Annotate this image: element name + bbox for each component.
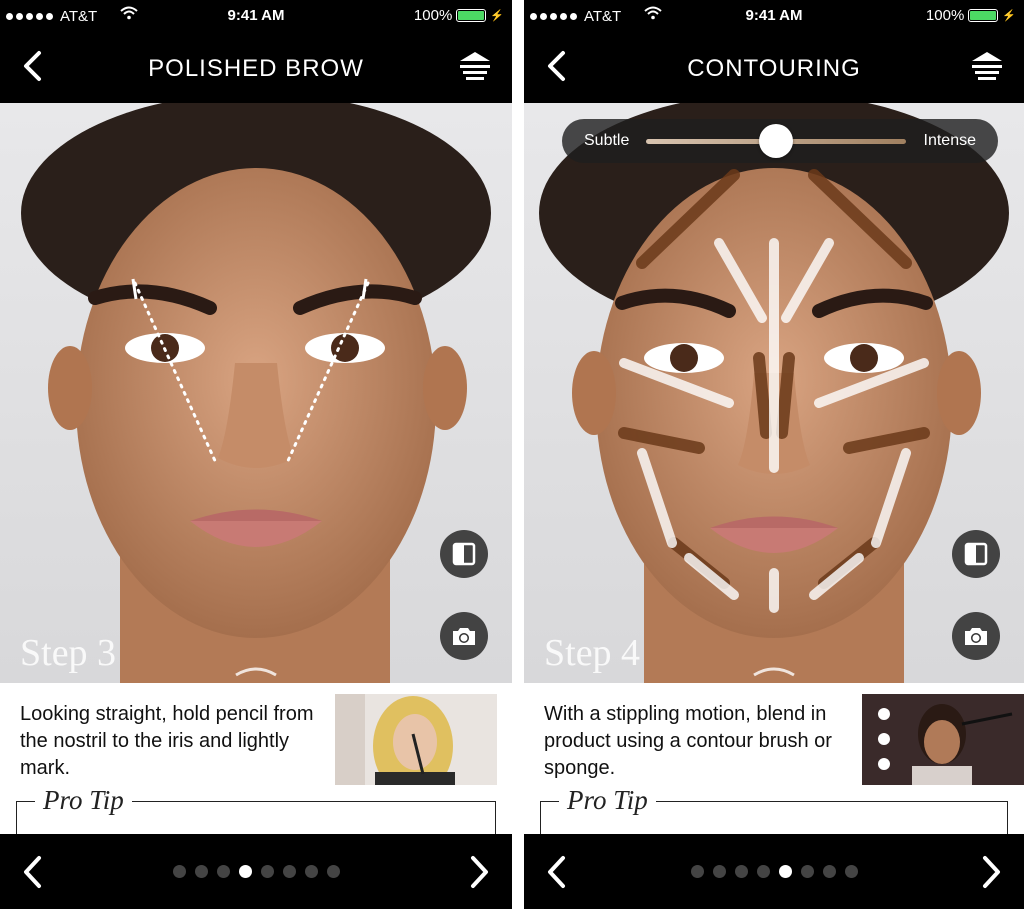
slider-min-label: Subtle bbox=[584, 132, 630, 149]
page-indicator bbox=[524, 865, 1024, 878]
step-description: With a stippling motion, blend in produc… bbox=[544, 703, 832, 779]
phone-screen-polished-brow: AT&T 9:41 AM 100% ⚡ POLISHED BROW Step 3… bbox=[0, 0, 512, 909]
step-label: Step 3 bbox=[20, 632, 117, 674]
bottom-navigation bbox=[524, 834, 1024, 909]
page-title: POLISHED BROW bbox=[148, 55, 364, 82]
split-compare-icon bbox=[964, 542, 988, 566]
chevron-up-icon[interactable] bbox=[750, 663, 798, 677]
camera-icon bbox=[453, 628, 475, 645]
next-step-button[interactable] bbox=[460, 854, 496, 890]
status-bar: AT&T 9:41 AM 100% ⚡ bbox=[524, 0, 1024, 32]
status-bar: AT&T 9:41 AM 100% ⚡ bbox=[0, 0, 512, 32]
video-thumbnail[interactable] bbox=[862, 694, 1024, 785]
battery-icon bbox=[968, 9, 999, 22]
page-title: CONTOURING bbox=[687, 55, 861, 82]
video-thumbnail[interactable] bbox=[335, 694, 497, 785]
slider-max-label: Intense bbox=[923, 132, 976, 149]
camera-button[interactable] bbox=[440, 612, 488, 660]
stacked-menu-icon bbox=[460, 52, 490, 80]
next-step-button[interactable] bbox=[972, 854, 1008, 890]
tutorial-image: Step 3 bbox=[0, 103, 512, 683]
pro-tip-heading: Pro Tip bbox=[35, 785, 132, 816]
battery-percent: 100% bbox=[413, 7, 453, 24]
battery-percent: 100% bbox=[925, 7, 965, 24]
compare-button[interactable] bbox=[952, 530, 1000, 578]
menu-button[interactable] bbox=[968, 50, 1006, 84]
face-illustration bbox=[524, 103, 1024, 683]
intensity-slider[interactable]: Subtle Intense bbox=[562, 119, 998, 163]
pro-tip-box: Pro Tip bbox=[16, 785, 496, 834]
slider-knob[interactable] bbox=[759, 124, 793, 158]
instruction-panel: Looking straight, hold pencil from the n… bbox=[0, 683, 512, 834]
face-illustration bbox=[0, 103, 512, 683]
charging-bolt-icon: ⚡ bbox=[1002, 10, 1016, 22]
battery-indicator: 100% ⚡ bbox=[414, 7, 504, 24]
step-label: Step 4 bbox=[544, 632, 641, 674]
phone-screen-contouring: AT&T 9:41 AM 100% ⚡ CONTOURING Subtle In… bbox=[524, 0, 1024, 909]
chevron-up-icon[interactable] bbox=[232, 663, 280, 677]
chevron-right-icon bbox=[983, 856, 1000, 888]
split-compare-icon bbox=[452, 542, 476, 566]
nav-bar: POLISHED BROW bbox=[0, 32, 512, 103]
charging-bolt-icon: ⚡ bbox=[490, 10, 504, 22]
slider-track[interactable] bbox=[646, 124, 906, 158]
bottom-navigation bbox=[0, 834, 512, 909]
camera-button[interactable] bbox=[952, 612, 1000, 660]
tutorial-image: Subtle Intense Step 4 bbox=[524, 103, 1024, 683]
instruction-panel: With a stippling motion, blend in produc… bbox=[524, 683, 1024, 834]
battery-icon bbox=[456, 9, 487, 22]
menu-button[interactable] bbox=[456, 50, 494, 84]
camera-icon bbox=[965, 628, 987, 645]
pro-tip-heading: Pro Tip bbox=[559, 785, 656, 816]
chevron-right-icon bbox=[471, 856, 488, 888]
page-indicator bbox=[0, 865, 512, 878]
pro-tip-box: Pro Tip bbox=[540, 785, 1008, 834]
battery-indicator: 100% ⚡ bbox=[926, 7, 1016, 24]
nav-bar: CONTOURING bbox=[524, 32, 1024, 103]
compare-button[interactable] bbox=[440, 530, 488, 578]
step-description: Looking straight, hold pencil from the n… bbox=[20, 703, 314, 779]
stacked-menu-icon bbox=[972, 52, 1002, 80]
